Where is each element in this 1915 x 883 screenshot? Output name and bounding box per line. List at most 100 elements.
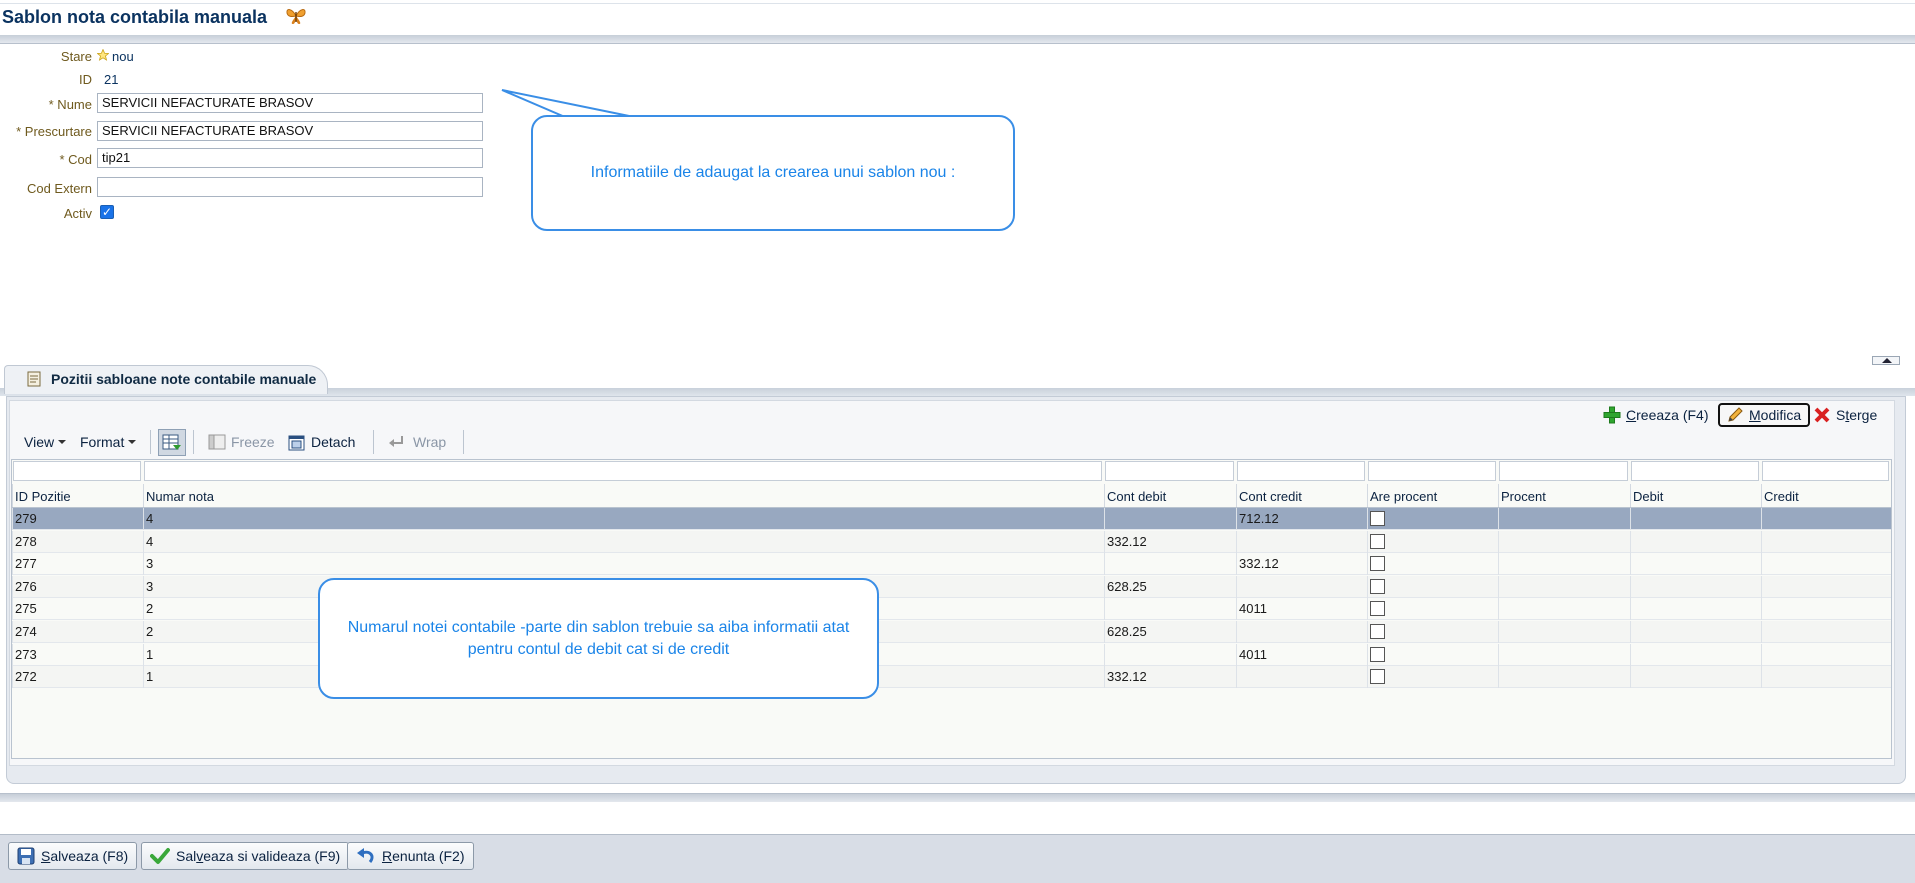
modify-button[interactable]: Modifica	[1718, 403, 1810, 427]
column-header-credit[interactable]: Credit	[1761, 484, 1891, 507]
cell-id-pozitie: 276	[12, 575, 143, 598]
filter-input-cont-debit[interactable]	[1105, 461, 1234, 481]
cell-id-pozitie: 274	[12, 621, 143, 643]
cell-credit	[1761, 553, 1891, 576]
table-row[interactable]: 275 2 4011	[12, 598, 1891, 621]
wrap-button[interactable]: Wrap	[388, 432, 446, 452]
table-row[interactable]: 276 3 628.25	[12, 575, 1891, 598]
pencil-icon	[1728, 407, 1743, 422]
delete-button[interactable]: Sterge	[1813, 403, 1877, 427]
cell-are-procent	[1367, 621, 1498, 643]
bottom-band	[0, 793, 1915, 802]
cell-procent	[1498, 530, 1630, 553]
cell-are-procent	[1367, 553, 1498, 576]
cell-are-procent	[1367, 530, 1498, 553]
cell-credit	[1761, 643, 1891, 666]
table-row[interactable]: 274 2 628.25	[12, 621, 1891, 643]
cell-credit	[1761, 575, 1891, 598]
are-procent-checkbox[interactable]	[1370, 624, 1385, 639]
table-row[interactable]: 272 1 332.12	[12, 666, 1891, 689]
cell-debit	[1630, 643, 1761, 666]
filter-input-procent[interactable]	[1499, 461, 1628, 481]
callout-new-template: Informatiile de adaugat la crearea unui …	[531, 115, 1015, 231]
table-row[interactable]: 277 3 332.12	[12, 553, 1891, 576]
format-menu[interactable]: Format	[80, 432, 137, 452]
cell-cont-credit: 712.12	[1236, 508, 1367, 530]
cell-debit	[1630, 666, 1761, 689]
delete-x-icon	[1814, 407, 1830, 423]
filter-input-cont-credit[interactable]	[1237, 461, 1365, 481]
cell-cont-debit: 628.25	[1104, 621, 1236, 643]
cell-id-pozitie: 277	[12, 553, 143, 576]
query-by-example-button[interactable]	[158, 429, 186, 456]
cell-debit	[1630, 508, 1761, 530]
cell-cont-credit: 4011	[1236, 643, 1367, 666]
column-header-cont-debit[interactable]: Cont debit	[1104, 484, 1236, 507]
toolbar-separator	[193, 430, 194, 454]
document-list-icon	[27, 371, 41, 387]
are-procent-checkbox[interactable]	[1370, 601, 1385, 617]
cell-cont-debit	[1104, 598, 1236, 621]
cancel-button[interactable]: Renunta (F2)	[347, 842, 474, 870]
checkmark-icon	[150, 848, 170, 864]
column-header-procent[interactable]: Procent	[1498, 484, 1630, 507]
cell-id-pozitie: 272	[12, 666, 143, 689]
column-header-numar-nota[interactable]: Numar nota	[143, 484, 1104, 507]
cell-numar-nota: 3	[143, 553, 1104, 576]
table-row[interactable]: 278 4 332.12	[12, 530, 1891, 553]
tab-label: Pozitii sabloane note contabile manuale	[51, 371, 317, 387]
toolbar-separator	[373, 430, 374, 454]
are-procent-checkbox[interactable]	[1370, 511, 1385, 526]
toolbar-separator	[463, 430, 464, 454]
filter-input-numar-nota[interactable]	[144, 461, 1102, 481]
undo-icon	[357, 848, 374, 863]
save-validate-button[interactable]: Salveaza si valideaza (F9)	[141, 842, 350, 870]
cell-id-pozitie: 273	[12, 643, 143, 666]
cell-credit	[1761, 666, 1891, 689]
cell-are-procent	[1367, 598, 1498, 621]
detach-icon	[288, 435, 305, 451]
are-procent-checkbox[interactable]	[1370, 669, 1385, 685]
cell-cont-debit: 332.12	[1104, 666, 1236, 689]
cell-are-procent	[1367, 575, 1498, 598]
cell-cont-credit	[1236, 530, 1367, 553]
column-header-debit[interactable]: Debit	[1630, 484, 1761, 507]
cell-credit	[1761, 530, 1891, 553]
are-procent-checkbox[interactable]	[1370, 646, 1385, 662]
cell-credit	[1761, 508, 1891, 530]
cell-cont-debit	[1104, 508, 1236, 530]
column-header-id-pozitie[interactable]: ID Pozitie	[12, 484, 143, 507]
are-procent-checkbox[interactable]	[1370, 533, 1385, 549]
view-menu[interactable]: View	[24, 432, 67, 452]
are-procent-checkbox[interactable]	[1370, 556, 1385, 572]
column-header-are-procent[interactable]: Are procent	[1367, 484, 1498, 507]
detach-button[interactable]: Detach	[288, 432, 355, 452]
cell-cont-credit	[1236, 621, 1367, 643]
are-procent-checkbox[interactable]	[1370, 578, 1385, 594]
cell-credit	[1761, 621, 1891, 643]
freeze-button[interactable]: Freeze	[208, 432, 275, 452]
filter-input-id-pozitie[interactable]	[13, 461, 141, 481]
cell-debit	[1630, 553, 1761, 576]
create-button[interactable]: Creeaza (F4)	[1603, 403, 1708, 427]
cell-cont-credit: 332.12	[1236, 553, 1367, 576]
filter-input-credit[interactable]	[1762, 461, 1889, 481]
table-row[interactable]: 273 1 4011	[12, 643, 1891, 666]
cell-procent	[1498, 575, 1630, 598]
cell-numar-nota: 4	[143, 508, 1104, 530]
column-header-cont-credit[interactable]: Cont credit	[1236, 484, 1367, 507]
toolbar-separator	[150, 430, 151, 454]
table-row[interactable]: 279 4 712.12	[12, 508, 1891, 530]
plus-icon	[1603, 406, 1621, 424]
cell-cont-debit: 332.12	[1104, 530, 1236, 553]
filter-table-icon	[162, 434, 181, 450]
collapse-panel-button[interactable]	[1872, 356, 1900, 365]
cell-cont-debit	[1104, 643, 1236, 666]
cell-cont-debit: 628.25	[1104, 575, 1236, 598]
filter-input-are-procent[interactable]	[1368, 461, 1496, 481]
cell-procent	[1498, 621, 1630, 643]
cell-are-procent	[1367, 508, 1498, 530]
save-button[interactable]: Salveaza (F8)	[8, 842, 138, 870]
filter-input-debit[interactable]	[1631, 461, 1759, 481]
cell-debit	[1630, 621, 1761, 643]
